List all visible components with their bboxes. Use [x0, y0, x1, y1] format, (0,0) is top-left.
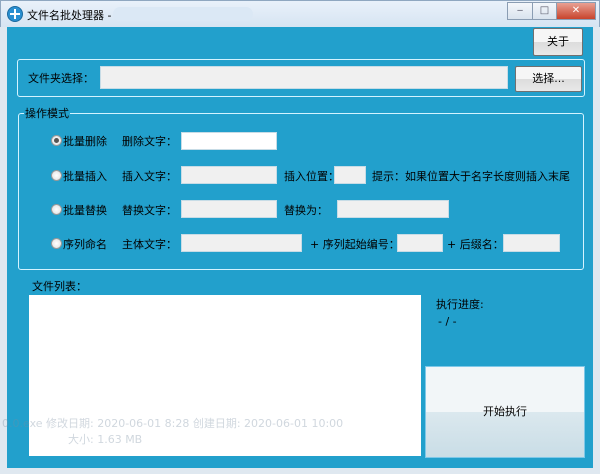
about-button[interactable]: 关于 — [533, 28, 583, 56]
radio-batch-replace[interactable] — [51, 204, 62, 215]
title-bar[interactable]: 文件名批处理器 - ‒ □ ✕ — [0, 0, 600, 27]
sequence-start-label: + 序列起始编号： — [310, 238, 400, 251]
replace-text-label: 替换文字： — [122, 204, 177, 217]
progress-label: 执行进度: — [436, 298, 484, 311]
radio-sequence-naming[interactable] — [51, 238, 62, 249]
radio-batch-insert[interactable] — [51, 170, 62, 181]
replace-with-label: 替换为： — [284, 204, 328, 217]
insert-hint: 提示：如果位置大于名字长度则插入末尾 — [372, 170, 570, 183]
folder-label: 文件夹选择： — [28, 72, 94, 85]
delete-text-input[interactable] — [181, 132, 277, 150]
sequence-start-input[interactable] — [397, 234, 443, 252]
suffix-label: + 后缀名： — [447, 238, 504, 251]
radio-label[interactable]: 批量插入 — [63, 168, 107, 184]
radio-label[interactable]: 批量替换 — [63, 202, 107, 218]
radio-batch-delete[interactable] — [51, 135, 62, 146]
folder-path-input[interactable] — [100, 66, 508, 89]
select-folder-button[interactable]: 选择... — [515, 66, 582, 92]
background-ghost-text: 0.0.exe 修改日期: 2020-06-01 8:28 创建日期: 2020… — [2, 417, 344, 430]
main-text-input[interactable] — [181, 234, 302, 252]
radio-label[interactable]: 序列命名 — [63, 236, 107, 252]
insert-position-label: 插入位置： — [284, 170, 339, 183]
minimize-button[interactable]: ‒ — [507, 2, 533, 20]
app-icon — [7, 6, 23, 22]
close-button[interactable]: ✕ — [556, 2, 596, 20]
window-title: 文件名批处理器 - — [27, 9, 112, 22]
main-text-label: 主体文字： — [122, 238, 177, 251]
insert-text-input[interactable] — [181, 166, 277, 184]
start-button[interactable]: 开始执行 — [425, 366, 585, 458]
insert-position-input[interactable] — [334, 166, 366, 184]
maximize-button[interactable]: □ — [532, 2, 557, 20]
radio-label[interactable]: 批量删除 — [63, 133, 107, 149]
background-ghost-text: 大小: 1.63 MB — [68, 433, 143, 446]
file-list-label: 文件列表： — [32, 280, 87, 293]
mode-legend: 操作模式 — [24, 105, 70, 121]
insert-text-label: 插入文字： — [122, 170, 177, 183]
replace-text-input[interactable] — [181, 200, 277, 218]
progress-value: - / - — [438, 315, 457, 328]
delete-text-label: 删除文字： — [122, 135, 177, 148]
replace-with-input[interactable] — [337, 200, 449, 218]
suffix-input[interactable] — [503, 234, 560, 252]
blurred-title-area — [113, 7, 253, 21]
